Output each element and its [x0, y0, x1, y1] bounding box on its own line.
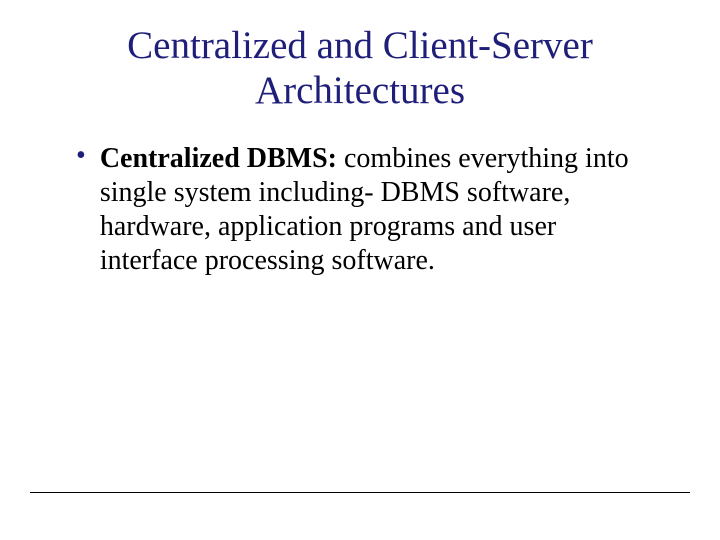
horizontal-rule	[30, 492, 690, 493]
bullet-text: Centralized DBMS: combines everything in…	[100, 142, 650, 279]
slide-title: Centralized and Client-Server Architectu…	[56, 24, 664, 114]
slide: Centralized and Client-Server Architectu…	[0, 0, 720, 540]
bullet-icon: •	[76, 140, 86, 172]
content-area: • Centralized DBMS: combines everything …	[56, 142, 664, 279]
bullet-lead: Centralized DBMS:	[100, 143, 337, 174]
list-item: • Centralized DBMS: combines everything …	[76, 142, 650, 279]
